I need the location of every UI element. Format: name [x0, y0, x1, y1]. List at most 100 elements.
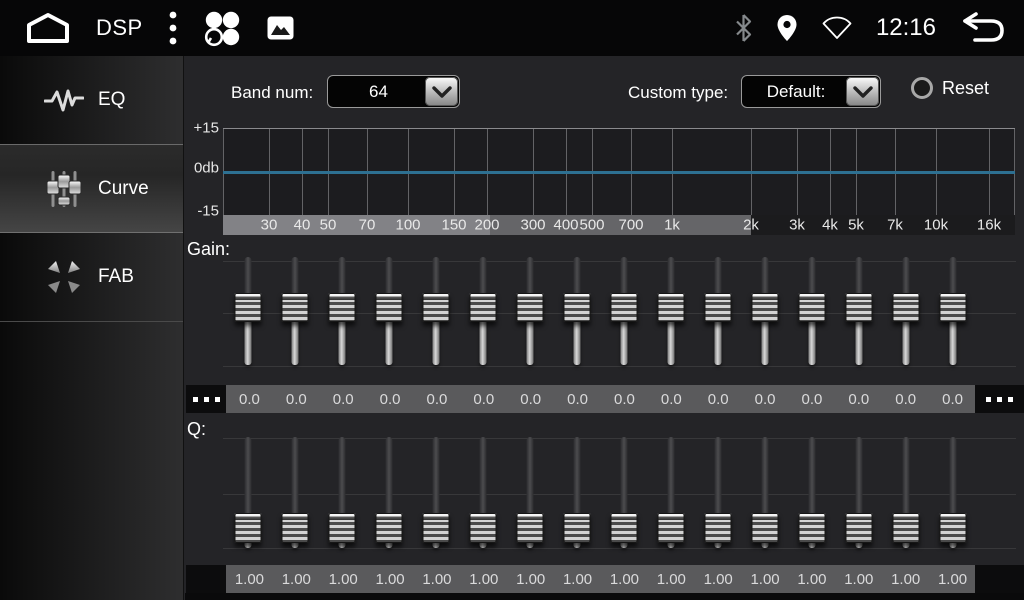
clock: 12:16: [876, 14, 936, 42]
band-slider[interactable]: [694, 257, 741, 365]
gain-scroll-left-button[interactable]: [186, 385, 226, 413]
slider-thumb[interactable]: [328, 293, 355, 322]
band-slider[interactable]: [412, 437, 459, 548]
gain-value: 0.0: [648, 385, 695, 413]
gallery-button[interactable]: [267, 16, 294, 40]
freq-tick-label: 40: [294, 217, 311, 234]
sidebar-item-label: FAB: [98, 266, 134, 288]
band-slider[interactable]: [741, 257, 788, 365]
slider-thumb[interactable]: [516, 293, 543, 322]
sidebar-item-label: EQ: [98, 89, 125, 111]
slider-track-upper: [761, 437, 768, 519]
band-slider[interactable]: [929, 257, 976, 365]
band-slider[interactable]: [412, 257, 459, 365]
custom-type-select[interactable]: Default:: [741, 75, 881, 108]
slider-thumb[interactable]: [563, 513, 590, 543]
sidebar-item-eq[interactable]: EQ: [0, 56, 183, 145]
slider-thumb[interactable]: [375, 513, 402, 543]
freq-tick-label: 10k: [924, 217, 948, 234]
band-slider[interactable]: [224, 257, 271, 365]
band-slider[interactable]: [835, 257, 882, 365]
slider-track-upper: [855, 437, 862, 519]
slider-thumb[interactable]: [234, 513, 261, 543]
slider-thumb[interactable]: [610, 513, 637, 543]
frequency-axis: 304050701001502003004005007001k2k3k4k5k7…: [223, 215, 1015, 235]
slider-thumb[interactable]: [469, 293, 496, 322]
band-num-select[interactable]: 64: [327, 75, 460, 108]
slider-thumb[interactable]: [563, 293, 590, 322]
slider-thumb[interactable]: [422, 513, 449, 543]
home-button[interactable]: [26, 12, 70, 44]
slider-thumb[interactable]: [281, 513, 308, 543]
gain-slider-row: [224, 257, 984, 365]
freq-tick-label: 150: [441, 217, 466, 234]
band-slider[interactable]: [600, 437, 647, 548]
sidebar: EQ Curve: [0, 56, 184, 600]
gain-scroll-right-button[interactable]: [975, 385, 1024, 413]
band-slider[interactable]: [224, 437, 271, 548]
slider-thumb[interactable]: [798, 293, 825, 322]
band-slider[interactable]: [882, 437, 929, 548]
band-slider[interactable]: [553, 257, 600, 365]
slider-thumb[interactable]: [892, 293, 919, 322]
band-slider[interactable]: [882, 257, 929, 365]
slider-thumb[interactable]: [751, 513, 778, 543]
band-slider[interactable]: [600, 257, 647, 365]
band-slider[interactable]: [459, 437, 506, 548]
slider-thumb[interactable]: [892, 513, 919, 543]
band-slider[interactable]: [365, 437, 412, 548]
slider-thumb[interactable]: [845, 293, 872, 322]
q-value-row: 1.001.001.001.001.001.001.001.001.001.00…: [185, 565, 1024, 593]
slider-thumb[interactable]: [657, 293, 684, 322]
slider-thumb[interactable]: [516, 513, 543, 543]
band-slider[interactable]: [788, 437, 835, 548]
reset-button[interactable]: Reset: [911, 77, 989, 99]
slider-thumb[interactable]: [610, 293, 637, 322]
slider-thumb[interactable]: [704, 513, 731, 543]
freq-tick-label: 400: [553, 217, 578, 234]
slider-thumb[interactable]: [469, 513, 496, 543]
slider-thumb[interactable]: [845, 513, 872, 543]
slider-thumb[interactable]: [328, 513, 355, 543]
slider-thumb[interactable]: [422, 293, 449, 322]
band-slider[interactable]: [553, 437, 600, 548]
band-slider[interactable]: [506, 437, 553, 548]
band-slider[interactable]: [929, 437, 976, 548]
band-slider[interactable]: [647, 257, 694, 365]
band-slider[interactable]: [459, 257, 506, 365]
band-slider[interactable]: [318, 437, 365, 548]
sidebar-item-curve[interactable]: Curve: [0, 144, 183, 233]
band-slider[interactable]: [694, 437, 741, 548]
slider-track-lower: [620, 316, 627, 365]
band-slider[interactable]: [647, 437, 694, 548]
overflow-menu-button[interactable]: [169, 11, 177, 45]
reset-radio-icon[interactable]: [911, 77, 933, 99]
band-slider[interactable]: [365, 257, 412, 365]
q-value: 1.00: [460, 565, 507, 593]
slider-thumb[interactable]: [657, 513, 684, 543]
band-slider[interactable]: [741, 437, 788, 548]
chevron-down-icon[interactable]: [846, 77, 879, 106]
slider-thumb[interactable]: [751, 293, 778, 322]
q-value: 1.00: [273, 565, 320, 593]
slider-thumb[interactable]: [704, 293, 731, 322]
back-button[interactable]: [960, 11, 1006, 45]
slider-thumb[interactable]: [939, 293, 966, 322]
sidebar-item-fab[interactable]: FAB: [0, 233, 183, 322]
q-value: 1.00: [320, 565, 367, 593]
slider-thumb[interactable]: [939, 513, 966, 543]
chevron-down-icon[interactable]: [425, 77, 458, 106]
slider-thumb[interactable]: [375, 293, 402, 322]
band-slider[interactable]: [506, 257, 553, 365]
band-slider[interactable]: [835, 437, 882, 548]
band-slider[interactable]: [271, 437, 318, 548]
slider-thumb[interactable]: [234, 293, 261, 322]
q-value: 1.00: [695, 565, 742, 593]
band-slider[interactable]: [788, 257, 835, 365]
slider-thumb[interactable]: [798, 513, 825, 543]
band-slider[interactable]: [318, 257, 365, 365]
band-slider[interactable]: [271, 257, 318, 365]
apps-button[interactable]: [203, 9, 241, 47]
slider-thumb[interactable]: [281, 293, 308, 322]
location-icon: [776, 14, 798, 42]
